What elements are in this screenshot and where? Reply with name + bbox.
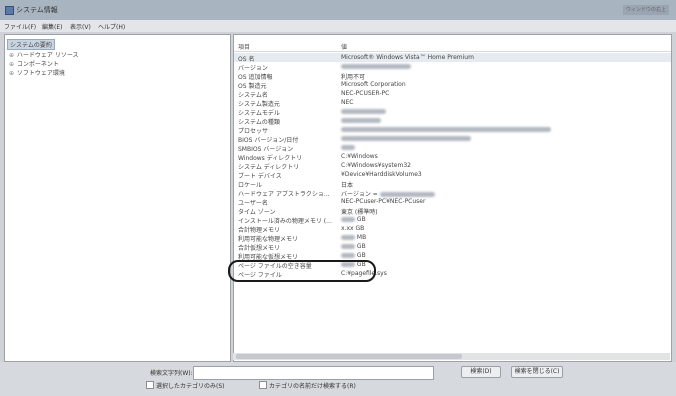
row-item-smbios[interactable]: SMBIOS バージョン xyxy=(238,144,293,153)
blurred-value xyxy=(341,136,471,141)
scrollbar-thumb[interactable] xyxy=(236,354,462,359)
row-value-version xyxy=(341,63,411,70)
search-input[interactable] xyxy=(193,366,434,380)
menu-help[interactable]: ヘルプ(H) xyxy=(98,22,125,31)
row-value-processor xyxy=(341,126,551,133)
menu-bar: ファイル(F) 編集(E) 表示(V) ヘルプ(H) xyxy=(0,20,676,32)
category-tree[interactable]: システムの要約 ⊕ ハードウェア リソース ⊕ コンポーネント ⊕ ソフトウェア… xyxy=(4,34,231,362)
blurred-value xyxy=(341,235,355,240)
row-item-bios[interactable]: BIOS バージョン/日付 xyxy=(238,135,298,144)
app-icon xyxy=(5,6,14,15)
tree-item-software-environment[interactable]: ⊕ ソフトウェア環境 xyxy=(9,68,65,77)
tree-item-label: ハードウェア リソース xyxy=(16,52,79,59)
row-item-system-model[interactable]: システムモデル xyxy=(238,108,280,117)
row-item-system-directory[interactable]: システム ディレクトリ xyxy=(238,162,299,171)
row-item-total-virtual-memory[interactable]: 合計仮想メモリ xyxy=(238,243,280,252)
value-text: バージョン = xyxy=(341,191,378,198)
blurred-value xyxy=(341,244,355,249)
row-item-system-name[interactable]: システム名 xyxy=(238,90,268,99)
row-item-windows-directory[interactable]: Windows ディレクトリ xyxy=(238,153,302,162)
menu-view[interactable]: 表示(V) xyxy=(70,22,91,31)
row-value-installed-memory: GB xyxy=(341,216,366,223)
row-item-available-physical-memory[interactable]: 利用可能な物理メモリ xyxy=(238,234,298,243)
highlight-oval xyxy=(228,260,376,282)
row-value-hal: バージョン = xyxy=(341,189,435,198)
row-value-available-virtual-memory: GB xyxy=(341,252,366,259)
row-value-system-type xyxy=(341,117,381,124)
value-unit: GB xyxy=(356,216,366,223)
row-value-boot-device: ¥Device¥HarddiskVolume3 xyxy=(341,171,422,178)
row-item-installed-memory[interactable]: インストール済みの物理メモリ (... xyxy=(238,216,332,225)
blurred-value xyxy=(341,118,381,123)
row-value-total-virtual-memory: GB xyxy=(341,243,366,250)
tree-item-components[interactable]: ⊕ コンポーネント xyxy=(9,59,59,68)
category-names-label: カテゴリの名前だけ検索する(R) xyxy=(269,383,356,390)
row-value-locale: 日本 xyxy=(341,182,354,189)
blurred-value xyxy=(379,192,435,197)
row-value-user-name: NEC-PCuser-PC¥NEC-PCuser xyxy=(341,198,426,205)
row-item-processor[interactable]: プロセッサ xyxy=(238,126,268,135)
row-value-system-name: NEC-PCUSER-PC xyxy=(341,90,390,97)
value-unit: MB xyxy=(356,234,367,241)
expand-icon[interactable]: ⊕ xyxy=(9,52,15,59)
row-item-os-manufacturer[interactable]: OS 製造元 xyxy=(238,81,266,90)
row-value-total-physical-memory: x.xx GB xyxy=(341,225,365,232)
row-item-os-name[interactable]: OS 名 xyxy=(238,54,254,63)
search-label: 検索文字列(W): xyxy=(150,370,193,377)
row-value-os-extra: 利用不可 xyxy=(341,74,366,81)
row-value-bios xyxy=(341,135,471,142)
menu-file[interactable]: ファイル(F) xyxy=(4,22,36,31)
tree-item-label: コンポーネント xyxy=(16,61,59,68)
row-item-system-manufacturer[interactable]: システム製造元 xyxy=(238,99,280,108)
column-header-value[interactable]: 値 xyxy=(341,42,347,51)
row-value-available-physical-memory: MB xyxy=(341,234,366,241)
selected-category-label: 選択したカテゴリのみ(S) xyxy=(156,383,225,390)
expand-icon[interactable]: ⊕ xyxy=(9,61,15,68)
title-bar: システム情報 ウィンドウの右上 xyxy=(0,0,676,20)
column-header-item[interactable]: 項目 xyxy=(238,42,250,51)
header-divider xyxy=(234,51,671,52)
row-value-time-zone: 東京 (標準時) xyxy=(341,209,378,216)
close-find-button[interactable]: 検索を閉じる(C) xyxy=(511,366,563,378)
selected-category-checkbox[interactable] xyxy=(146,381,154,389)
window-title: システム情報 xyxy=(16,6,58,14)
row-item-hal[interactable]: ハードウェア アブストラクショ... xyxy=(238,189,330,198)
tree-item-label: システムの要約 xyxy=(10,42,52,49)
tree-item-system-summary[interactable]: システムの要約 xyxy=(7,39,55,50)
row-item-user-name[interactable]: ユーザー名 xyxy=(238,198,268,207)
row-item-system-type[interactable]: システムの種類 xyxy=(238,117,280,126)
row-item-time-zone[interactable]: タイム ゾーン xyxy=(238,207,276,216)
row-value-system-manufacturer: NEC xyxy=(341,99,354,106)
value-unit: GB xyxy=(356,243,366,250)
row-value-os-manufacturer: Microsoft Corporation xyxy=(341,81,406,88)
row-value-system-directory: C:¥Windows¥system32 xyxy=(341,162,411,169)
row-item-boot-device[interactable]: ブート デバイス xyxy=(238,171,282,180)
tree-item-label: ソフトウェア環境 xyxy=(16,70,65,77)
row-item-version[interactable]: バージョン xyxy=(238,63,268,72)
tree-item-hardware-resources[interactable]: ⊕ ハードウェア リソース xyxy=(9,50,79,59)
window-controls[interactable]: ウィンドウの右上 xyxy=(623,5,669,15)
row-value-smbios xyxy=(341,144,355,151)
category-names-checkbox[interactable] xyxy=(259,381,267,389)
expand-icon[interactable]: ⊕ xyxy=(9,70,15,77)
blurred-value xyxy=(341,109,386,114)
row-item-locale[interactable]: ロケール xyxy=(238,180,262,189)
row-value-os-name: Microsoft® Windows Vista™ Home Premium xyxy=(341,54,474,61)
details-pane: 項目 値 OS 名 Microsoft® Windows Vista™ Home… xyxy=(233,34,672,362)
row-item-total-physical-memory[interactable]: 合計物理メモリ xyxy=(238,225,280,234)
blurred-value xyxy=(341,253,355,258)
blurred-value xyxy=(341,127,551,132)
value-unit: GB xyxy=(356,252,366,259)
row-value-system-model xyxy=(341,108,386,115)
blurred-value xyxy=(341,64,411,69)
menu-edit[interactable]: 編集(E) xyxy=(42,22,62,31)
blurred-value xyxy=(341,145,355,150)
row-value-windows-directory: C:¥Windows xyxy=(341,153,378,160)
row-item-os-extra[interactable]: OS 追加情報 xyxy=(238,72,272,81)
blurred-value xyxy=(341,217,355,222)
find-button[interactable]: 検索(D) xyxy=(461,366,501,378)
